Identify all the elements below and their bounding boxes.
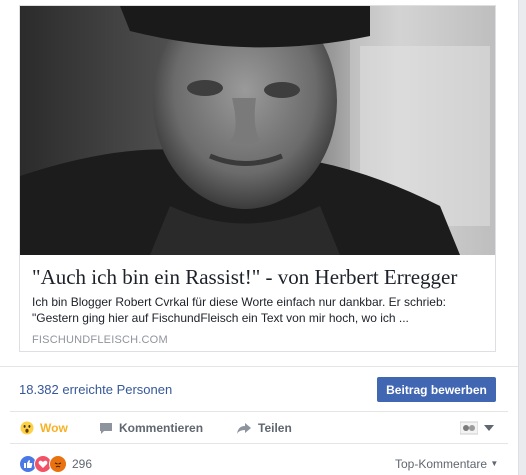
angry-reaction-icon: [49, 455, 67, 473]
post-card: "Auch ich bin ein Rassist!" - von Herber…: [0, 0, 518, 475]
link-description-line: "Gestern ging hier auf FischundFleisch e…: [32, 311, 409, 325]
dropdown-caret-icon: [484, 425, 494, 431]
reach-bar: 18.382 erreichte Personen Beitrag bewerb…: [0, 366, 518, 411]
comment-sort-label: Top-Kommentare: [395, 457, 488, 471]
page-avatar-icon: [460, 421, 478, 435]
reaction-count[interactable]: 296: [72, 457, 92, 471]
reaction-icons[interactable]: 296: [19, 455, 92, 473]
reaction-audience-selector[interactable]: [460, 412, 500, 444]
wow-label: Wow: [40, 421, 68, 435]
link-description-line: Ich bin Blogger Robert Cvrkal für diese …: [32, 295, 446, 309]
comment-button[interactable]: Kommentieren: [99, 412, 203, 444]
comment-sort-dropdown[interactable]: Top-Kommentare ▼: [395, 457, 498, 471]
wow-emoji-icon: [20, 421, 34, 435]
link-title[interactable]: "Auch ich bin ein Rassist!" - von Herber…: [32, 264, 487, 290]
wow-reaction-button[interactable]: Wow: [20, 412, 68, 444]
link-description: Ich bin Blogger Robert Cvrkal für diese …: [32, 294, 487, 326]
link-preview[interactable]: "Auch ich bin ein Rassist!" - von Herber…: [19, 5, 496, 352]
share-button[interactable]: Teilen: [236, 412, 292, 444]
reach-count-link[interactable]: 18.382 erreichte Personen: [19, 382, 172, 397]
action-bar: Wow Kommentieren Teilen: [10, 411, 508, 444]
link-domain: FISCHUNDFLEISCH.COM: [32, 334, 168, 346]
chevron-down-icon: ▼: [490, 459, 499, 468]
comment-label: Kommentieren: [119, 421, 204, 435]
comment-icon: [99, 422, 113, 435]
link-preview-image[interactable]: [20, 6, 495, 255]
page-scroll-gutter: [518, 0, 526, 475]
share-label: Teilen: [258, 421, 292, 435]
share-arrow-icon: [236, 422, 252, 435]
reaction-summary: 296 Top-Kommentare ▼: [0, 447, 518, 475]
promote-post-button[interactable]: Beitrag bewerben: [377, 377, 496, 402]
